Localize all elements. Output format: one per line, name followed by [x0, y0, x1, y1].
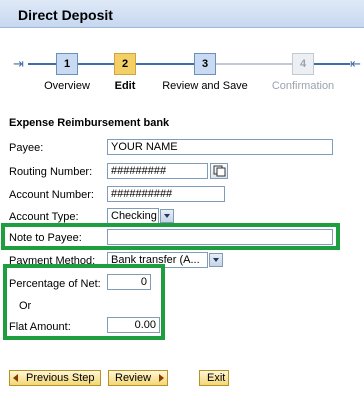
routing-lookup-button[interactable]	[210, 163, 228, 179]
note-to-payee-label: Note to Payee:	[9, 232, 82, 244]
routing-number-input[interactable]: #########	[107, 163, 208, 179]
page-title: Direct Deposit	[18, 7, 113, 23]
roadmap-step-2[interactable]: 2	[114, 53, 136, 75]
roadmap-label-overview[interactable]: Overview	[44, 80, 90, 92]
title-bar: Direct Deposit	[0, 0, 364, 28]
roadmap-step-3[interactable]: 3	[194, 53, 216, 75]
review-label: Review	[115, 372, 152, 384]
account-type-label: Account Type:	[9, 211, 79, 223]
copy-icon	[213, 165, 226, 177]
note-to-payee-input[interactable]	[107, 229, 333, 245]
arrow-right-icon	[159, 374, 164, 382]
payee-label: Payee:	[9, 142, 44, 154]
account-number-input[interactable]: ##########	[107, 186, 225, 202]
account-number-label: Account Number:	[9, 189, 94, 201]
payee-input[interactable]: YOUR NAME	[107, 139, 333, 155]
roadmap-connector	[136, 63, 194, 65]
chevron-down-icon[interactable]	[160, 209, 174, 223]
arrow-left-icon	[13, 374, 18, 382]
roadmap-connector	[28, 63, 56, 65]
roadmap-connector	[216, 63, 292, 65]
roadmap-end-icon[interactable]: ⇤	[350, 56, 361, 72]
roadmap-label-review-and-save[interactable]: Review and Save	[162, 80, 248, 92]
previous-step-button[interactable]: Previous Step	[9, 370, 101, 386]
roadmap-connector	[78, 63, 114, 65]
roadmap-start-icon[interactable]: ⇥	[13, 56, 24, 72]
roadmap-step-4: 4	[292, 53, 314, 75]
percentage-of-net-label: Percentage of Net:	[9, 278, 101, 290]
exit-label: Exit	[207, 372, 226, 384]
percentage-of-net-input[interactable]: 0	[107, 274, 151, 290]
roadmap-connector	[314, 63, 350, 65]
section-title: Expense Reimbursement bank	[9, 117, 170, 129]
routing-number-label: Routing Number:	[9, 166, 93, 178]
roadmap-label-confirmation: Confirmation	[271, 80, 335, 92]
roadmap-label-edit[interactable]: Edit	[115, 80, 136, 92]
exit-button[interactable]: Exit	[199, 370, 229, 386]
flat-amount-input[interactable]: 0.00	[107, 317, 160, 333]
direct-deposit-page: Direct Deposit ⇥ ⇤ 1 2 3 4 Overview Edit…	[0, 0, 364, 394]
chevron-down-icon[interactable]	[209, 253, 223, 267]
roadmap: ⇥ ⇤ 1 2 3 4 Overview Edit Review and Sav…	[0, 48, 364, 98]
flat-amount-label: Flat Amount:	[9, 321, 71, 333]
or-text: Or	[19, 300, 32, 312]
review-button[interactable]: Review	[108, 370, 168, 386]
roadmap-step-1[interactable]: 1	[56, 53, 78, 75]
previous-step-label: Previous Step	[26, 372, 95, 384]
account-type-select[interactable]: Checking	[107, 208, 159, 224]
